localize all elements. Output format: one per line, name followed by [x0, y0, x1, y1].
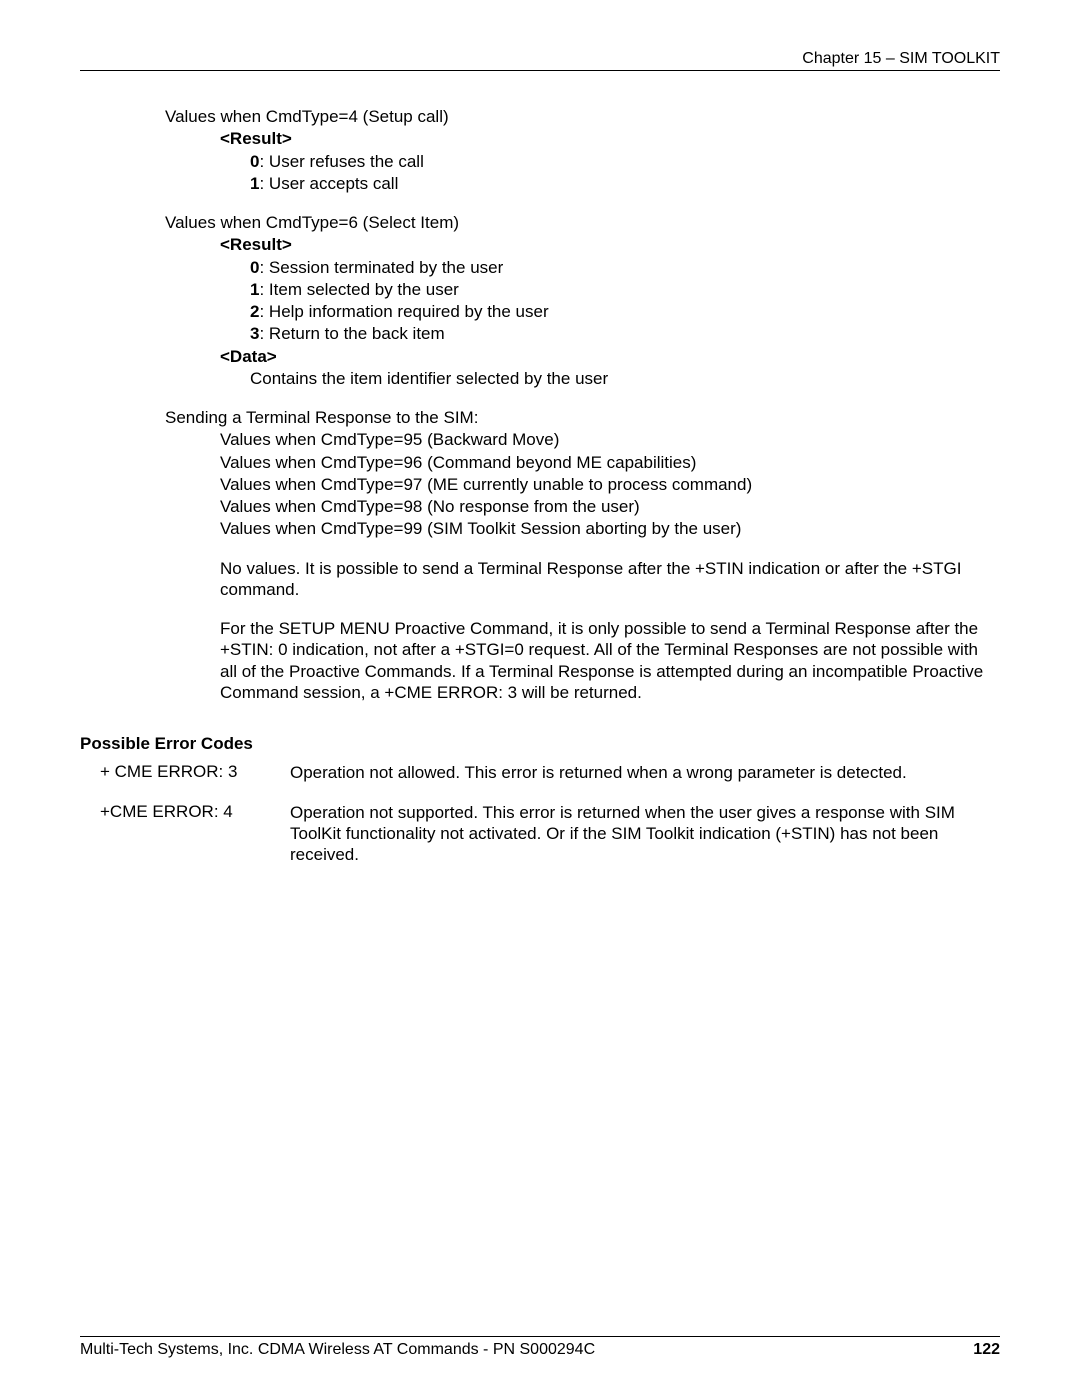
errors-heading: Possible Error Codes	[80, 733, 1000, 754]
error-desc-2: Operation not supported. This error is r…	[290, 802, 1000, 866]
term-l5: Values when CmdType=99 (SIM Toolkit Sess…	[220, 518, 990, 539]
error-code-1: + CME ERROR: 3	[80, 762, 290, 783]
cmd6-r2-text: : Help information required by the user	[259, 302, 548, 321]
cmd6-result-0: 0: Session terminated by the user	[250, 257, 990, 278]
term-l4: Values when CmdType=98 (No response from…	[220, 496, 990, 517]
term-l1: Values when CmdType=95 (Backward Move)	[220, 429, 990, 450]
page-footer: Multi-Tech Systems, Inc. CDMA Wireless A…	[80, 1336, 1000, 1359]
cmdtype4-block: Values when CmdType=4 (Setup call) <Resu…	[165, 106, 990, 194]
cmd4-result-0: 0: User refuses the call	[250, 151, 990, 172]
error-row-1: + CME ERROR: 3 Operation not allowed. Th…	[80, 762, 1000, 783]
cmd6-result-label: <Result>	[220, 234, 990, 255]
error-desc-1: Operation not allowed. This error is ret…	[290, 762, 1000, 783]
error-row-2: +CME ERROR: 4 Operation not supported. T…	[80, 802, 1000, 866]
error-codes-section: Possible Error Codes + CME ERROR: 3 Oper…	[80, 733, 1000, 865]
cmd4-r1-text: : User accepts call	[259, 174, 398, 193]
page-number: 122	[973, 1341, 1000, 1359]
page-header: Chapter 15 – SIM TOOLKIT	[80, 50, 1000, 71]
cmd6-title: Values when CmdType=6 (Select Item)	[165, 212, 990, 233]
cmd6-data-label: <Data>	[220, 346, 990, 367]
cmd6-r0-text: : Session terminated by the user	[259, 258, 503, 277]
chapter-title: Chapter 15 – SIM TOOLKIT	[802, 50, 1000, 67]
term-p1: No values. It is possible to send a Term…	[220, 558, 990, 601]
cmd6-r1-text: : Item selected by the user	[259, 280, 458, 299]
term-title: Sending a Terminal Response to the SIM:	[165, 407, 990, 428]
cmd6-r3-text: : Return to the back item	[259, 324, 444, 343]
error-code-2: +CME ERROR: 4	[80, 802, 290, 866]
cmd6-data-desc: Contains the item identifier selected by…	[250, 368, 990, 389]
cmd4-r0-text: : User refuses the call	[259, 152, 423, 171]
term-l2: Values when CmdType=96 (Command beyond M…	[220, 452, 990, 473]
term-p2: For the SETUP MENU Proactive Command, it…	[220, 618, 990, 703]
cmd4-result-1: 1: User accepts call	[250, 173, 990, 194]
term-l3: Values when CmdType=97 (ME currently una…	[220, 474, 990, 495]
footer-text: Multi-Tech Systems, Inc. CDMA Wireless A…	[80, 1341, 595, 1359]
page-content: Values when CmdType=4 (Setup call) <Resu…	[80, 106, 1000, 703]
cmdtype6-block: Values when CmdType=6 (Select Item) <Res…	[165, 212, 990, 389]
cmd4-result-label: <Result>	[220, 128, 990, 149]
cmd6-result-1: 1: Item selected by the user	[250, 279, 990, 300]
terminal-response-block: Sending a Terminal Response to the SIM: …	[165, 407, 990, 703]
cmd6-result-2: 2: Help information required by the user	[250, 301, 990, 322]
cmd4-title: Values when CmdType=4 (Setup call)	[165, 106, 990, 127]
cmd6-result-3: 3: Return to the back item	[250, 323, 990, 344]
